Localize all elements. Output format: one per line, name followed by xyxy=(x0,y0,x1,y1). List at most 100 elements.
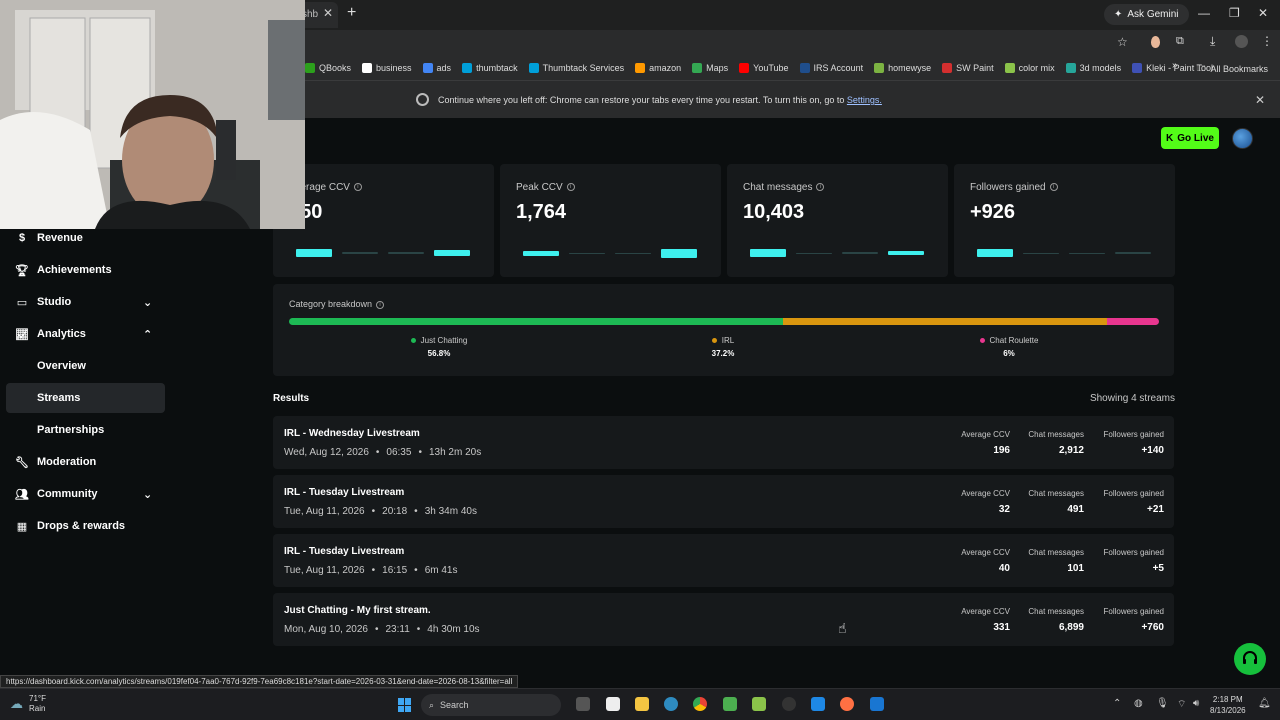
stat-card-followers-gained: Followers gained i +926 xyxy=(954,164,1175,277)
photos-icon[interactable] xyxy=(811,697,825,711)
bookmark-item[interactable]: SW Paint xyxy=(942,62,994,73)
bookmark-item[interactable]: color mix xyxy=(1004,62,1055,73)
stream-row[interactable]: IRL - Tuesday Livestream Tue, Aug 11, 20… xyxy=(273,534,1174,587)
bookmark-item[interactable]: amazon xyxy=(635,62,681,73)
bookmarks-more-icon[interactable]: » xyxy=(1172,60,1178,71)
bookmark-label: business xyxy=(376,62,412,73)
extensions-icon[interactable]: ⧉ xyxy=(1176,35,1184,48)
minecraft-icon[interactable] xyxy=(752,697,766,711)
notepad-icon[interactable] xyxy=(606,697,620,711)
stat-bar xyxy=(615,252,651,254)
new-tab-icon[interactable]: + xyxy=(347,4,356,22)
obs-icon[interactable] xyxy=(782,697,796,711)
legend-dot xyxy=(979,338,985,344)
info-icon[interactable]: i xyxy=(353,183,362,192)
menu-icon[interactable]: ⋮ xyxy=(1261,34,1273,48)
network-icon[interactable]: ◍ xyxy=(1134,698,1143,709)
bookmark-item[interactable]: Maps xyxy=(692,62,728,73)
stream-chat-messages: Chat messages 2,912 xyxy=(1028,430,1084,456)
stream-title: IRL - Tuesday Livestream xyxy=(284,546,405,557)
profile-icon[interactable] xyxy=(1235,35,1248,48)
bookmark-favicon-icon xyxy=(692,62,703,73)
bookmark-item[interactable]: ads xyxy=(422,62,451,73)
info-icon[interactable]: i xyxy=(1049,183,1058,192)
sidebar-item-moderation[interactable]: 🔧︎ Moderation xyxy=(0,447,165,477)
info-icon[interactable]: i xyxy=(376,300,385,309)
taskbar: ☁︎ 71°F Rain ⌕ Search ⌃ ◍ 🎙︎ ⌔ 🔊︎ 2:18 PM… xyxy=(0,688,1280,720)
sidebar-subitem-overview[interactable]: Overview xyxy=(6,351,165,381)
bookmark-item[interactable]: IRS Account xyxy=(799,62,863,73)
category-legend-irl: IRL 37.2% xyxy=(673,336,773,358)
go-live-button[interactable]: K Go Live xyxy=(1161,127,1219,149)
bookmark-item[interactable]: QBooks xyxy=(305,62,351,73)
all-bookmarks-button[interactable]: 🗀 All Bookmarks xyxy=(1196,61,1268,77)
chevron-down-icon[interactable]: ⌄ xyxy=(143,488,152,501)
bookmark-item[interactable]: Thumbtack Services xyxy=(528,62,624,73)
sidebar-subitem-streams[interactable]: Streams xyxy=(6,383,165,413)
chevron-down-icon[interactable]: ⌄ xyxy=(143,296,152,309)
sidebar-item-analytics[interactable]: 📈︎ Analytics ⌃ xyxy=(0,319,165,349)
stat-sparkbars xyxy=(977,246,1157,260)
settings-link[interactable]: Settings. xyxy=(847,95,882,105)
tab-close-icon[interactable]: ✕ xyxy=(323,6,333,20)
restore-window-icon[interactable]: ❐ xyxy=(1229,6,1240,20)
file-explorer-icon[interactable] xyxy=(635,697,649,711)
stream-row[interactable]: IRL - Tuesday Livestream Tue, Aug 11, 20… xyxy=(273,475,1174,528)
sidebar-item-community[interactable]: 👥︎ Community ⌄ xyxy=(0,479,165,509)
bookmark-favicon-icon xyxy=(942,62,953,73)
microphone-icon[interactable]: 🎙︎ xyxy=(1156,698,1169,709)
support-chat-button[interactable] xyxy=(1234,643,1266,675)
stream-row[interactable]: IRL - Wednesday Livestream Wed, Aug 12, … xyxy=(273,416,1174,469)
stat-value: +926 xyxy=(970,201,1016,223)
extension-avatar-icon[interactable] xyxy=(1151,36,1160,48)
close-window-icon[interactable]: ✕ xyxy=(1258,6,1268,20)
stream-followers: Followers gained +760 xyxy=(1103,607,1164,633)
download-icon[interactable]: ⤓ xyxy=(1210,34,1215,49)
stream-meta: Wed, Aug 12, 2026 • 06:35 • 13h 2m 20s xyxy=(284,447,482,458)
info-icon[interactable]: i xyxy=(816,183,825,192)
tray-chevron-icon[interactable]: ⌃ xyxy=(1113,698,1121,709)
legend-dot xyxy=(410,338,416,344)
infobar-close-icon[interactable]: ✕ xyxy=(1255,93,1265,107)
task-view-icon[interactable] xyxy=(576,697,590,711)
stat-bar xyxy=(434,250,470,256)
chevron-up-icon[interactable]: ⌃ xyxy=(143,328,152,341)
bookmark-item[interactable]: 3d models xyxy=(1065,62,1121,73)
edge-icon[interactable] xyxy=(664,697,678,711)
sidebar-item-studio[interactable]: ▭ Studio ⌄ xyxy=(0,287,165,317)
star-icon[interactable]: ☆ xyxy=(1117,35,1128,49)
bookmark-label: color mix xyxy=(1018,62,1055,73)
bookmark-item[interactable]: business xyxy=(362,62,412,73)
category-pct: 6% xyxy=(1003,349,1015,358)
firefox-icon[interactable] xyxy=(840,697,854,711)
spreadsheet-icon[interactable] xyxy=(723,697,737,711)
windows-start-icon[interactable] xyxy=(398,698,412,712)
stat-label: Chat messages i xyxy=(743,182,825,193)
notification-icon[interactable]: 🔔︎ xyxy=(1258,698,1271,709)
info-icon[interactable]: i xyxy=(566,183,575,192)
stream-followers: Followers gained +5 xyxy=(1103,548,1164,574)
sidebar-item-drops[interactable]: ▦ Drops & rewards xyxy=(0,511,165,541)
taskbar-search[interactable]: ⌕ Search xyxy=(421,694,561,716)
taskbar-clock[interactable]: 2:18 PM 8/13/2026 xyxy=(1210,694,1246,716)
sidebar-subitem-label: Streams xyxy=(37,392,81,404)
trophy-icon: 🏆︎ xyxy=(15,264,29,277)
calculator-icon[interactable] xyxy=(870,697,884,711)
category-breakdown: Category breakdown i Just Chatting 56.8% … xyxy=(273,284,1174,376)
bookmark-item[interactable]: YouTube xyxy=(739,62,789,73)
bookmark-favicon-icon xyxy=(739,62,750,73)
bookmark-item[interactable]: thumbtack xyxy=(462,62,518,73)
sidebar-item-achievements[interactable]: 🏆︎ Achievements xyxy=(0,255,165,285)
minimize-icon[interactable]: — xyxy=(1198,6,1210,20)
sidebar-item-label: Drops & rewards xyxy=(37,520,126,532)
weather-widget[interactable]: ☁︎ 71°F Rain xyxy=(10,694,46,714)
volume-icon[interactable]: 🔊︎ xyxy=(1193,698,1199,709)
avatar[interactable] xyxy=(1232,128,1253,149)
sidebar-subitem-partnerships[interactable]: Partnerships xyxy=(6,415,165,445)
bookmark-favicon-icon xyxy=(874,62,885,73)
bookmark-item[interactable]: homewyse xyxy=(874,62,931,73)
chrome-taskbar-icon[interactable] xyxy=(693,697,707,711)
wifi-icon[interactable]: ⌔ xyxy=(1177,698,1186,711)
ask-gemini-button[interactable]: ✦ Ask Gemini xyxy=(1104,4,1189,25)
stream-row[interactable]: Just Chatting - My first stream. Mon, Au… xyxy=(273,593,1174,646)
